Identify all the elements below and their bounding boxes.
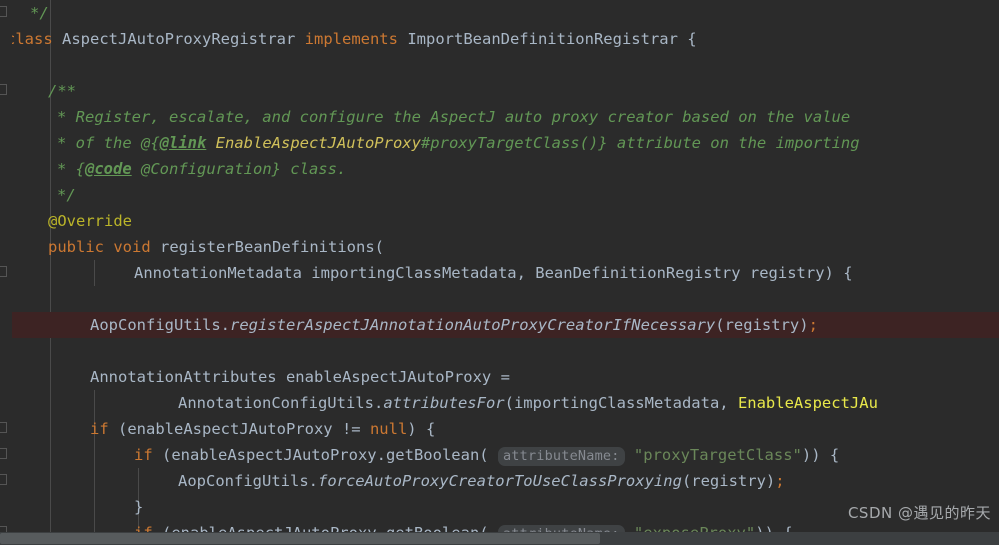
code-line-highlighted[interactable]: AopConfigUtils.registerAspectJAnnotation… bbox=[0, 312, 999, 338]
token-method-call: attributesFor bbox=[383, 394, 505, 412]
fold-marker-icon[interactable] bbox=[0, 84, 7, 95]
token-javadoc-link-target[interactable]: EnableAspectJAutoProxy bbox=[206, 134, 421, 152]
code-line[interactable] bbox=[0, 286, 999, 312]
code-surface[interactable]: */ class AspectJAutoProxyRegistrar imple… bbox=[0, 0, 999, 545]
fold-marker-icon[interactable] bbox=[0, 474, 7, 485]
code-line[interactable] bbox=[0, 52, 999, 78]
token-method-call: registerAspectJAnnotationAutoProxyCreato… bbox=[229, 316, 716, 334]
token-receiver: AnnotationConfigUtils. bbox=[178, 394, 384, 412]
token-method-name: registerBeanDefinitions bbox=[160, 238, 375, 256]
token-method-call: forceAutoProxyCreatorToUseClassProxying bbox=[317, 472, 682, 490]
code-line[interactable]: @Override bbox=[0, 208, 999, 234]
code-line[interactable]: if (enableAspectJAutoProxy != null) { bbox=[0, 416, 999, 442]
token-arguments: (importingClassMetadata, bbox=[504, 394, 738, 412]
token-string-literal: "proxyTargetClass" bbox=[633, 446, 802, 464]
token-keyword-if: if bbox=[134, 446, 153, 464]
token-class-reference-highlighted: EnableAspectJAu bbox=[737, 394, 878, 412]
token-annotation-override: @Override bbox=[48, 212, 132, 230]
code-line[interactable]: * {@code @Configuration} class. bbox=[0, 156, 999, 182]
token-semicolon: ; bbox=[775, 472, 785, 490]
token-close-brace: } bbox=[134, 498, 144, 516]
token-interface-name: ImportBeanDefinitionRegistrar bbox=[407, 30, 678, 48]
token-keyword-implements: implements bbox=[304, 30, 398, 48]
token-parameter-list: AnnotationMetadata importingClassMetadat… bbox=[134, 264, 853, 282]
fold-gutter[interactable] bbox=[0, 0, 12, 545]
token-keyword-null: null bbox=[369, 420, 408, 438]
token-javadoc-code-tag[interactable]: @code bbox=[85, 160, 132, 178]
token-variable-declaration: AnnotationAttributes enableAspectJAutoPr… bbox=[90, 368, 510, 386]
code-line[interactable]: AopConfigUtils.forceAutoProxyCreatorToUs… bbox=[0, 468, 999, 494]
token-condition-close: ) { bbox=[407, 420, 436, 438]
token-receiver: AopConfigUtils. bbox=[90, 316, 230, 334]
token-class-name: AspectJAutoProxyRegistrar bbox=[62, 30, 296, 48]
token-javadoc-text: * { bbox=[57, 160, 85, 178]
token-javadoc-member-ref: #proxyTargetClass()} attribute on the im… bbox=[420, 134, 860, 152]
token-condition: (enableAspectJAutoProxy != bbox=[108, 420, 370, 438]
code-line[interactable] bbox=[0, 338, 999, 364]
token-javadoc-close: */ bbox=[57, 186, 76, 204]
horizontal-scrollbar[interactable] bbox=[0, 532, 999, 545]
token-comment-close: */ bbox=[30, 4, 49, 22]
code-line[interactable]: * of the @{@link EnableAspectJAutoProxy#… bbox=[0, 130, 999, 156]
code-line[interactable]: if (enableAspectJAutoProxy.getBoolean( a… bbox=[0, 442, 999, 468]
token-condition: (enableAspectJAutoProxy.getBoolean( bbox=[152, 446, 489, 464]
token-keyword-public: public bbox=[48, 238, 104, 256]
code-line[interactable]: */ bbox=[0, 182, 999, 208]
code-line[interactable]: } bbox=[0, 494, 999, 520]
token-javadoc-text: * of the @{ bbox=[57, 134, 160, 152]
code-line[interactable]: */ bbox=[0, 0, 999, 26]
code-line[interactable]: public void registerBeanDefinitions( bbox=[0, 234, 999, 260]
fold-marker-icon[interactable] bbox=[0, 266, 7, 277]
token-javadoc-open: /** bbox=[48, 82, 76, 100]
code-line[interactable]: * Register, escalate, and configure the … bbox=[0, 104, 999, 130]
token-semicolon: ; bbox=[808, 316, 818, 334]
token-keyword-class: class bbox=[6, 30, 53, 48]
token-receiver: AopConfigUtils. bbox=[178, 472, 318, 490]
code-line[interactable]: class AspectJAutoProxyRegistrar implemen… bbox=[0, 26, 999, 52]
fold-marker-icon[interactable] bbox=[0, 6, 7, 17]
fold-marker-icon[interactable] bbox=[0, 448, 7, 459]
code-line[interactable]: AnnotationMetadata importingClassMetadat… bbox=[0, 260, 999, 286]
token-arguments: (registry) bbox=[715, 316, 809, 334]
token-javadoc-text: * Register, escalate, and configure the … bbox=[57, 108, 851, 126]
token-keyword-if: if bbox=[90, 420, 109, 438]
token-javadoc-text: @Configuration} class. bbox=[131, 160, 347, 178]
horizontal-scrollbar-thumb[interactable] bbox=[0, 533, 600, 544]
code-line[interactable]: AnnotationAttributes enableAspectJAutoPr… bbox=[0, 364, 999, 390]
token-open-brace: { bbox=[687, 30, 697, 48]
code-line[interactable]: /** bbox=[0, 78, 999, 104]
token-condition-close: )) { bbox=[801, 446, 840, 464]
token-javadoc-link-tag[interactable]: @link bbox=[160, 134, 207, 152]
fold-marker-icon[interactable] bbox=[0, 422, 7, 433]
code-editor[interactable]: */ class AspectJAutoProxyRegistrar imple… bbox=[0, 0, 999, 545]
token-keyword-void: void bbox=[113, 238, 151, 256]
inlay-hint-attribute-name[interactable]: attributeName: bbox=[497, 447, 625, 466]
token-open-paren: ( bbox=[374, 238, 384, 256]
code-line[interactable]: AnnotationConfigUtils.attributesFor(impo… bbox=[0, 390, 999, 416]
token-arguments: (registry) bbox=[681, 472, 776, 490]
